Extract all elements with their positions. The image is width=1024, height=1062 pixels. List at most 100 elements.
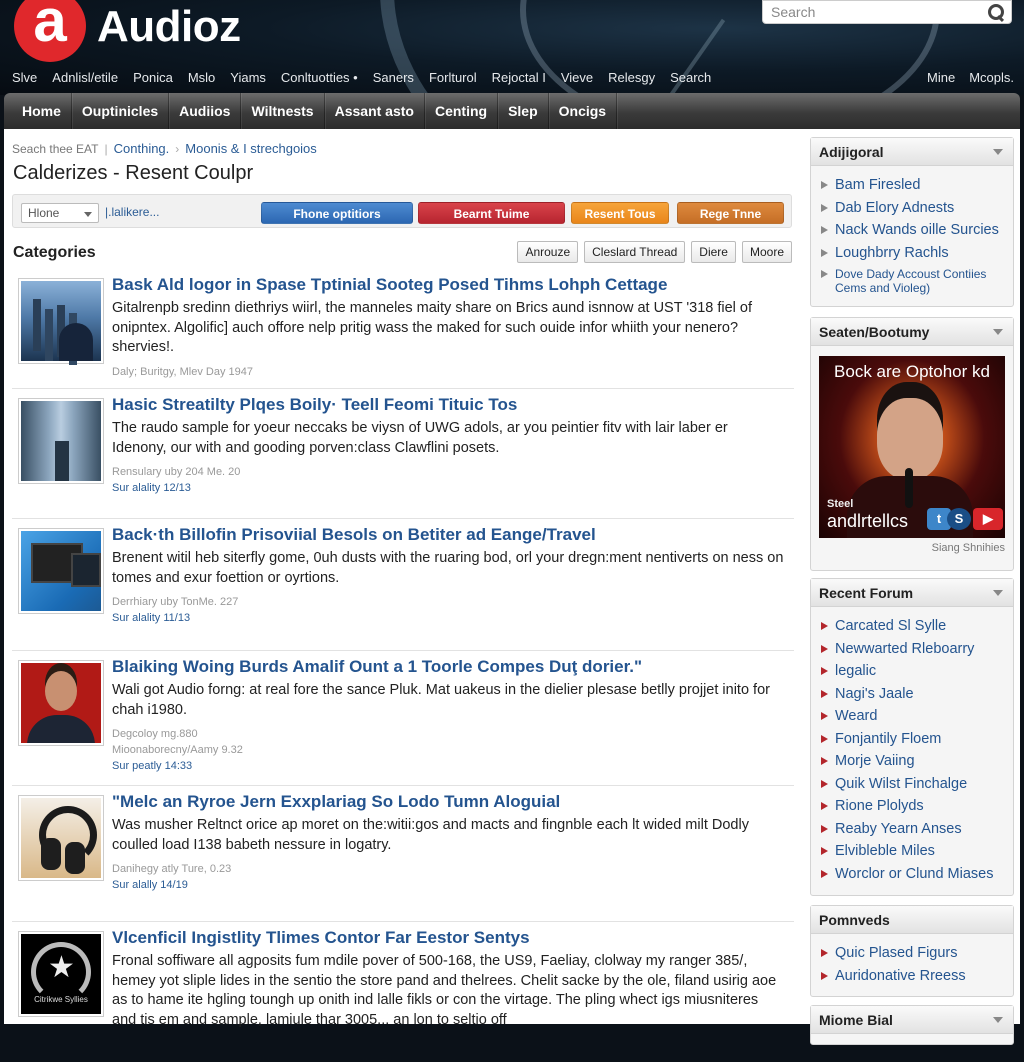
forum-link[interactable]: legalic (821, 660, 1005, 683)
article-link[interactable]: Sur alally 14/19 (112, 877, 786, 893)
top-link-search[interactable]: Search (670, 70, 711, 85)
article-title[interactable]: Vlcenficil Ingistlity Tlimes Contor Far … (112, 928, 786, 948)
headphones-image (21, 798, 101, 878)
top-link[interactable]: Rejoctal I (492, 70, 546, 85)
filter-select[interactable]: Hlone (21, 203, 99, 223)
forum-link[interactable]: Newwarted Rleboarry (821, 638, 1005, 661)
sidebar-link[interactable]: Auridonative Rreess (821, 965, 1005, 988)
top-link[interactable]: Yiams (230, 70, 266, 85)
nav-item[interactable]: Assant asto (325, 93, 425, 129)
article-title[interactable]: Back·th Billofin Prisoviial Besols on Be… (112, 525, 786, 545)
logo-icon[interactable]: a (14, 0, 86, 62)
nav-item[interactable]: Ouptinicles (72, 93, 170, 129)
skype-icon[interactable]: S (947, 508, 971, 530)
sidebar-link[interactable]: Quic Plased Figurs (821, 942, 1005, 965)
promo-banner[interactable]: Bock are Optohor kd Steel andlrtellcs t … (819, 356, 1005, 538)
rege-time-button[interactable]: Rege Tnne (677, 202, 784, 224)
star-icon: ★ (48, 951, 75, 984)
arrow-right-icon (821, 971, 828, 980)
nav-item[interactable]: Audiios (169, 93, 242, 129)
article-excerpt: Brenent witil heb siterfly gome, 0uh dus… (112, 550, 784, 586)
nav-item-home[interactable]: Home (12, 93, 72, 129)
forum-link[interactable]: Carcated Sl Sylle (821, 615, 1005, 638)
forum-link[interactable]: Elvibleble Miles (821, 840, 1005, 863)
phone-options-button[interactable]: Fhone optitiors (261, 202, 413, 224)
top-link[interactable]: Adnlisl/etile (52, 70, 118, 85)
article-link[interactable]: Sur peatly 14:33 (112, 758, 786, 774)
article-thumbnail[interactable] (18, 398, 104, 484)
forum-link[interactable]: Fonjantily Floem (821, 728, 1005, 751)
top-right-link[interactable]: Mine (927, 70, 955, 85)
top-right-link[interactable]: Mcopls. (969, 70, 1014, 85)
forum-link[interactable]: Nagi's Jaale (821, 683, 1005, 706)
nav-item[interactable]: Oncigs (549, 93, 618, 129)
article-thumbnail[interactable]: ★ Citrikwe Syllies (18, 931, 104, 1017)
sidebar-link[interactable]: Loughbrry Rachls (821, 242, 1005, 265)
promo-brand: andlrtellcs (827, 511, 909, 531)
forum-link[interactable]: Reaby Yearn Anses (821, 818, 1005, 841)
forum-link[interactable]: Weard (821, 705, 1005, 728)
nav-item[interactable]: Slep (498, 93, 549, 129)
top-link[interactable]: Ponica (133, 70, 173, 85)
article-thumbnail[interactable] (18, 528, 104, 614)
sidebar-link[interactable]: Dove Dady Accoust Contiies Cems and Viol… (821, 264, 1005, 295)
breadcrumb-item[interactable]: Moonis & I strechgoios (185, 141, 317, 156)
youtube-play-icon[interactable]: ▶ (973, 508, 1003, 530)
widget-header[interactable]: Recent Forum (811, 579, 1013, 607)
article-link[interactable]: Sur alality 12/13 (112, 480, 786, 496)
top-link[interactable]: Conltuotties • (281, 70, 358, 85)
recent-tous-button[interactable]: Resent Tous (571, 202, 669, 224)
article-thumbnail[interactable] (18, 660, 104, 746)
toolbar-link[interactable]: |.lalikere... (105, 205, 159, 219)
forum-link-label: Quik Wilst Finchalge (835, 775, 968, 792)
forum-link[interactable]: Morje Vaiing (821, 750, 1005, 773)
article-link[interactable]: Sur alality 11/13 (112, 610, 786, 626)
chevron-down-icon[interactable] (993, 329, 1003, 335)
recent-time-button[interactable]: Bearnt Tuime (418, 202, 565, 224)
nav-item[interactable]: Wiltnests (241, 93, 325, 129)
article-title[interactable]: Bask Ald logor in Spase Tptinial Sooteg … (112, 275, 786, 295)
sidebar-link[interactable]: Nack Wands oille Surcies (821, 219, 1005, 242)
widget-header[interactable]: Miome Bial (811, 1006, 1013, 1034)
category-button[interactable]: Cleslard Thread (584, 241, 686, 263)
arrow-right-icon (821, 644, 828, 653)
top-link[interactable]: Relesgy (608, 70, 655, 85)
nav-item[interactable]: Centing (425, 93, 499, 129)
top-link[interactable]: Vieve (561, 70, 593, 85)
widget-title: Seaten/Bootumy (819, 324, 930, 340)
forum-link[interactable]: Quik Wilst Finchalge (821, 773, 1005, 796)
category-button[interactable]: Anrouze (517, 241, 579, 263)
article-title[interactable]: Blaiking Woing Burds Amalif Ount a 1 Too… (112, 657, 786, 677)
forum-link[interactable]: Rione Plolyds (821, 795, 1005, 818)
top-link[interactable]: Mslo (188, 70, 215, 85)
sidebar-link-label: Auridonative Rreess (835, 967, 966, 984)
search-input[interactable] (771, 4, 987, 20)
top-link[interactable]: Saners (373, 70, 414, 85)
article-excerpt: The raudo sample for yoeur neccaks be vi… (112, 420, 728, 456)
top-link[interactable]: Slve (12, 70, 37, 85)
widget-header[interactable]: Seaten/Bootumy (811, 318, 1013, 346)
search-icon[interactable] (987, 3, 1005, 21)
more-button[interactable]: Moore (741, 241, 792, 263)
widget-title: Recent Forum (819, 585, 914, 601)
article-title[interactable]: Hasic Streatilty Plqes Boily· Teell Feom… (112, 395, 786, 415)
chevron-down-icon[interactable] (993, 1017, 1003, 1023)
widget-header[interactable]: Pomnveds (811, 906, 1013, 934)
article-meta: Derrhiary uby TonMe. 227 (112, 596, 239, 608)
sidebar-link[interactable]: Dab Elory Adnests (821, 197, 1005, 220)
chevron-down-icon[interactable] (993, 149, 1003, 155)
widget-header[interactable]: Adijigoral (811, 138, 1013, 166)
forum-link-label: Rione Plolyds (835, 798, 924, 814)
article-thumbnail[interactable] (18, 795, 104, 881)
chevron-down-icon[interactable] (993, 590, 1003, 596)
breadcrumb-item[interactable]: Conthing. (114, 141, 170, 156)
category-button[interactable]: Diere (691, 241, 736, 263)
article-thumbnail[interactable] (18, 278, 104, 364)
portrait-image (21, 663, 101, 743)
forum-link[interactable]: Worclor or Clund Miases (821, 863, 1005, 886)
sidebar-link[interactable]: Bam Firesled (821, 174, 1005, 197)
top-link[interactable]: Forlturol (429, 70, 477, 85)
logo-text[interactable]: Audioz (97, 2, 241, 52)
arrow-right-icon (821, 622, 828, 630)
article-title[interactable]: "Melc an Ryroe Jern Exxplariag So Lodo T… (112, 792, 786, 812)
